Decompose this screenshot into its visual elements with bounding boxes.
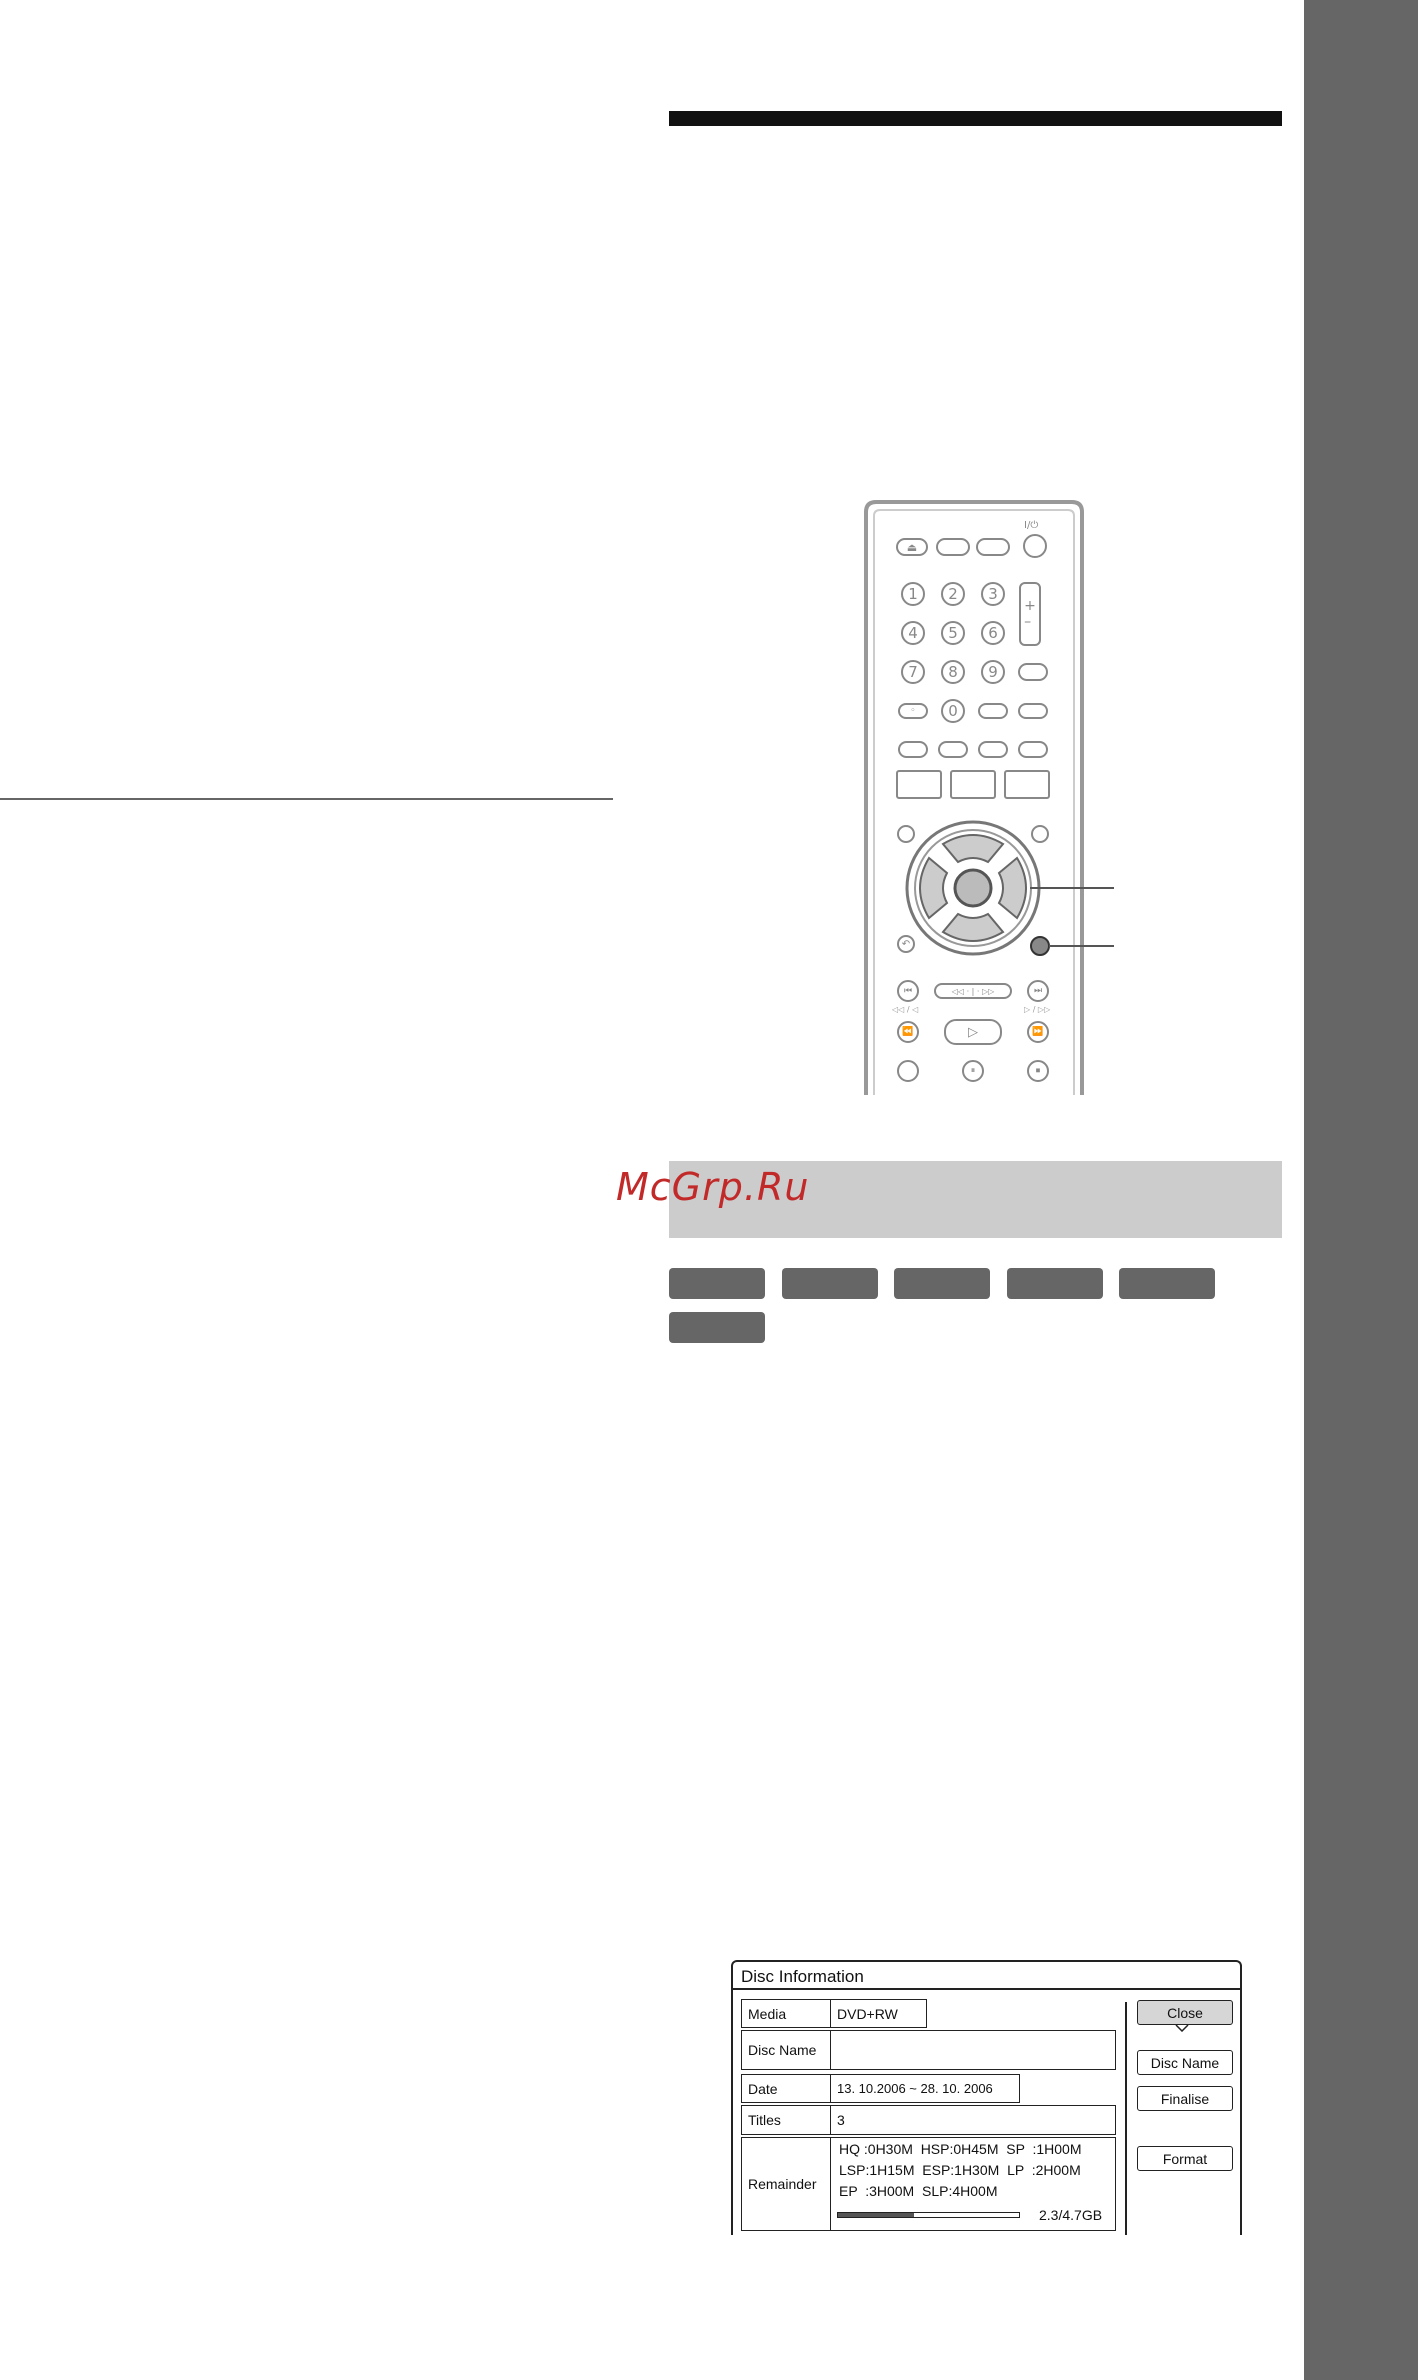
power-button (1023, 534, 1047, 558)
disc-type-badge (1007, 1268, 1103, 1299)
close-pointer-icon (1175, 2024, 1189, 2032)
media-value: DVD+RW (830, 1999, 927, 2028)
function-key (1018, 741, 1048, 758)
stop-key: ⏹ (1027, 1060, 1049, 1082)
number-key: 2 (941, 582, 965, 606)
disc-name-value (830, 2030, 1116, 2070)
remainder-line: HQ :0H30M HSP:0H45M SP :1H00M (839, 2141, 1082, 2157)
next-key: ⏭ (1027, 980, 1049, 1002)
number-key: 5 (941, 621, 965, 645)
disc-type-badge (782, 1268, 878, 1299)
finalise-button[interactable]: Finalise (1137, 2086, 1233, 2111)
highlighted-key (1030, 936, 1050, 956)
number-key: 4 (901, 621, 925, 645)
pause-key: ⏸ (962, 1060, 984, 1082)
callout-line-dpad (1030, 887, 1114, 889)
format-button[interactable]: Format (1137, 2146, 1233, 2171)
skip-label-right: ▷ / ▷▷ (1024, 1005, 1051, 1014)
play-key: ▷ (944, 1019, 1002, 1045)
top-key-b (976, 538, 1010, 556)
titles-label: Titles (741, 2105, 832, 2135)
disc-name-label: Disc Name (741, 2030, 832, 2070)
column-divider-rule (0, 798, 613, 800)
instant-replay-advance-key: ◁◁ · | · ▷▷ (934, 983, 1012, 999)
date-value: 13. 10.2006 ~ 28. 10. 2006 (830, 2074, 1020, 2103)
fast-forward-key: ⏩ (1027, 1021, 1049, 1043)
row4-key-a (978, 703, 1008, 719)
function-key (938, 741, 968, 758)
side-key-a (1018, 663, 1048, 681)
dpad-side-key (897, 825, 915, 843)
chapter-side-tab (1304, 0, 1418, 2380)
power-label: I/⏻ (1024, 520, 1039, 531)
media-label: Media (741, 1999, 832, 2028)
prev-key: ⏮ (897, 980, 919, 1002)
clear-key: ◦ (898, 703, 928, 719)
function-key (898, 741, 928, 758)
close-button[interactable]: Close (1137, 2000, 1233, 2025)
eject-button: ⏏ (896, 538, 928, 556)
callout-line-key (1049, 945, 1114, 947)
volume-rocker: + – (1019, 582, 1041, 646)
top-key-a (936, 538, 970, 556)
number-key: 7 (901, 660, 925, 684)
date-label: Date (741, 2074, 832, 2103)
rewind-key: ⏪ (897, 1021, 919, 1043)
disc-type-badge (669, 1268, 765, 1299)
number-key: 8 (941, 660, 965, 684)
dpad-center-enter (953, 868, 993, 908)
menu-key (950, 770, 996, 799)
row4-key-b (1018, 703, 1048, 719)
button-column-divider (1125, 2002, 1127, 2235)
disc-type-badge (669, 1312, 765, 1343)
disc-usage-bar (837, 2212, 1020, 2218)
disc-name-button[interactable]: Disc Name (1137, 2050, 1233, 2075)
section-heading-rule (669, 111, 1282, 126)
skip-label-left: ◁◁ / ◁ (892, 1005, 919, 1014)
dialog-title: Disc Information (741, 1967, 864, 1986)
remote-control-illustration: ⏏ I/⏻ 1 2 3 4 5 6 7 8 9 0 + – ◦ ↶ ⏮ ◁◁ · … (864, 500, 1084, 1095)
number-key: 3 (981, 582, 1005, 606)
remainder-label: Remainder (741, 2137, 832, 2231)
disc-type-badge (894, 1268, 990, 1299)
remainder-line: EP :3H00M SLP:4H00M (839, 2183, 998, 2199)
disc-information-dialog: Disc Information Media DVD+RW Disc Name … (731, 1960, 1242, 2235)
titles-value: 3 (830, 2105, 1116, 2135)
disc-usage-text: 2.3/4.7GB (1039, 2207, 1103, 2223)
disc-type-badge (1119, 1268, 1215, 1299)
menu-key (896, 770, 942, 799)
record-key (897, 1060, 919, 1082)
menu-key (1004, 770, 1050, 799)
number-key: 1 (901, 582, 925, 606)
return-key: ↶ (897, 935, 915, 953)
remainder-line: LSP:1H15M ESP:1H30M LP :2H00M (839, 2162, 1081, 2178)
number-key: 9 (981, 660, 1005, 684)
dialog-title-rule (733, 1988, 1240, 1990)
dpad-side-key (1031, 825, 1049, 843)
number-key: 6 (981, 621, 1005, 645)
watermark-text: McGrp.Ru (616, 1165, 810, 1209)
number-key: 0 (941, 699, 965, 723)
function-key (978, 741, 1008, 758)
disc-usage-fill (838, 2213, 915, 2217)
